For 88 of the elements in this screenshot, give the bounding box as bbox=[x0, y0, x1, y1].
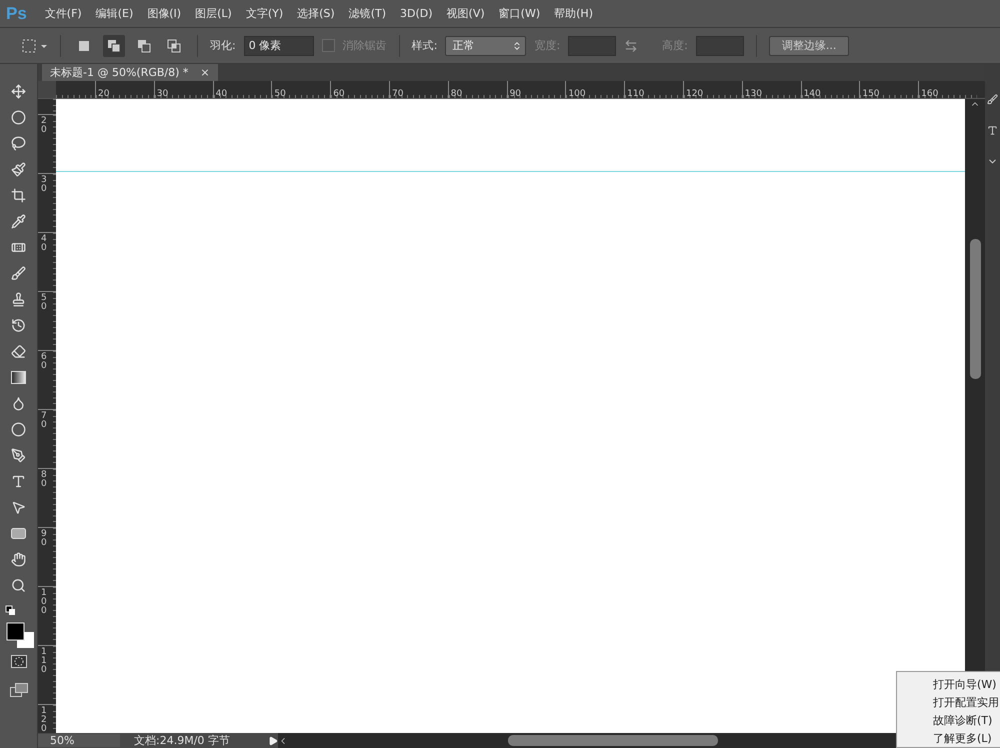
ellipse-icon[interactable] bbox=[11, 110, 26, 125]
ruler-label: 20 bbox=[97, 89, 110, 99]
feather-label: 羽化: bbox=[210, 38, 236, 53]
ruler-label: 70 bbox=[390, 89, 404, 99]
marquee-tool-icon[interactable] bbox=[22, 38, 48, 52]
refine-edge-button[interactable]: 调整边缘... bbox=[768, 36, 850, 56]
hand-icon[interactable] bbox=[11, 552, 26, 567]
rectangle-icon[interactable] bbox=[11, 528, 26, 539]
ruler-label: 80 bbox=[450, 89, 462, 99]
intersect-selection-icon bbox=[167, 38, 181, 52]
swap-icon[interactable] bbox=[624, 38, 638, 52]
history-icon[interactable] bbox=[11, 318, 26, 333]
ruler-label: 100 bbox=[41, 589, 47, 616]
crop-icon[interactable] bbox=[11, 188, 26, 203]
zoom-field[interactable]: 50% bbox=[38, 734, 120, 747]
menu-item[interactable]: 帮助(H) bbox=[554, 6, 593, 21]
brush-icon[interactable] bbox=[11, 162, 26, 177]
menu-item[interactable]: 窗口(W) bbox=[498, 6, 540, 21]
ruler-label: 20 bbox=[41, 117, 47, 135]
width-field[interactable] bbox=[568, 36, 616, 56]
style-select[interactable]: 正常 bbox=[445, 36, 526, 56]
ruler-label: 40 bbox=[41, 235, 47, 253]
subtract-selection-icon bbox=[137, 38, 151, 52]
color-swatches-icon[interactable] bbox=[4, 604, 34, 648]
screen-mode-icon[interactable] bbox=[10, 683, 28, 697]
ruler-label: 60 bbox=[41, 353, 47, 371]
eyedropper-icon[interactable] bbox=[11, 214, 26, 229]
menu-item[interactable]: 文件(F) bbox=[44, 6, 82, 21]
stamp-icon[interactable] bbox=[11, 292, 26, 307]
zoom-icon[interactable] bbox=[11, 578, 26, 593]
droplet-icon[interactable] bbox=[11, 396, 26, 411]
ruler-label: 90 bbox=[41, 530, 47, 548]
ruler-label: 140 bbox=[802, 89, 821, 99]
ruler-label: 120 bbox=[684, 89, 704, 99]
document-info: 文档:24.9M/0 字节 bbox=[133, 733, 231, 748]
type-icon[interactable] bbox=[11, 474, 26, 489]
updown-icon bbox=[512, 40, 522, 50]
ruler-label: 130 bbox=[744, 89, 762, 99]
close-icon[interactable]: × bbox=[200, 66, 210, 79]
scrollbar-thumb[interactable] bbox=[970, 239, 980, 379]
ruler-label: 110 bbox=[626, 89, 644, 99]
ruler-label: 60 bbox=[332, 89, 345, 99]
menu-item[interactable]: 编辑(E) bbox=[96, 6, 134, 21]
ruler-label: 40 bbox=[214, 89, 228, 99]
play-icon[interactable] bbox=[268, 736, 278, 746]
menu-item[interactable]: 文字(Y) bbox=[246, 6, 284, 21]
feather-field[interactable]: 0 像素 bbox=[244, 36, 314, 56]
ruler-label: 120 bbox=[41, 707, 47, 734]
menu-item[interactable]: 了解更多(L) bbox=[897, 729, 1000, 747]
menu-item[interactable]: 视图(V) bbox=[446, 6, 485, 21]
ruler-label: 50 bbox=[41, 294, 47, 312]
menu-item[interactable]: 选择(S) bbox=[297, 6, 335, 21]
menu-item[interactable]: 图像(I) bbox=[147, 6, 182, 21]
ruler-label: 150 bbox=[861, 89, 880, 99]
ruler-label: 30 bbox=[156, 89, 168, 99]
ruler-label: 90 bbox=[508, 89, 522, 99]
pen-icon[interactable] bbox=[11, 448, 26, 463]
ruler-label: 100 bbox=[567, 89, 586, 99]
quick-mask-icon[interactable] bbox=[10, 655, 26, 668]
app-logo: Ps bbox=[6, 4, 27, 24]
ruler-label: 110 bbox=[41, 648, 47, 675]
document-tab[interactable]: 未标题-1 @ 50%(RGB/8) * × bbox=[42, 64, 218, 81]
pointer-icon[interactable] bbox=[11, 500, 26, 515]
ruler-label: 50 bbox=[273, 89, 286, 99]
selection-mode-button[interactable] bbox=[103, 34, 125, 56]
eraser-icon[interactable] bbox=[11, 344, 26, 359]
brush-icon[interactable] bbox=[987, 94, 998, 105]
type-icon[interactable] bbox=[987, 125, 998, 136]
menu-item[interactable]: 打开配置实用 bbox=[897, 693, 1000, 711]
ruler-label: 70 bbox=[41, 412, 47, 430]
ruler-label: 80 bbox=[41, 471, 47, 489]
menu-item[interactable]: 打开向导(W) bbox=[897, 675, 1000, 693]
brush-icon[interactable] bbox=[11, 266, 26, 281]
height-field[interactable] bbox=[696, 36, 744, 56]
bandage-icon[interactable] bbox=[11, 240, 26, 255]
menu-item[interactable]: 图层(L) bbox=[195, 6, 232, 21]
style-label: 样式: bbox=[412, 38, 438, 53]
ruler-label: 160 bbox=[920, 89, 938, 99]
menu-item[interactable]: 3D(D) bbox=[400, 7, 433, 20]
add-selection-icon bbox=[107, 38, 121, 52]
menu-item[interactable]: 故障诊断(T) bbox=[897, 711, 1000, 729]
new-selection-icon bbox=[78, 40, 90, 52]
scrollbar-thumb[interactable] bbox=[508, 735, 718, 746]
lasso-icon[interactable] bbox=[11, 136, 26, 151]
gradient-icon[interactable] bbox=[11, 371, 26, 384]
ruler-label: 30 bbox=[41, 176, 47, 194]
menu-item[interactable]: 滤镜(T) bbox=[348, 6, 386, 21]
move-icon[interactable] bbox=[11, 84, 26, 99]
